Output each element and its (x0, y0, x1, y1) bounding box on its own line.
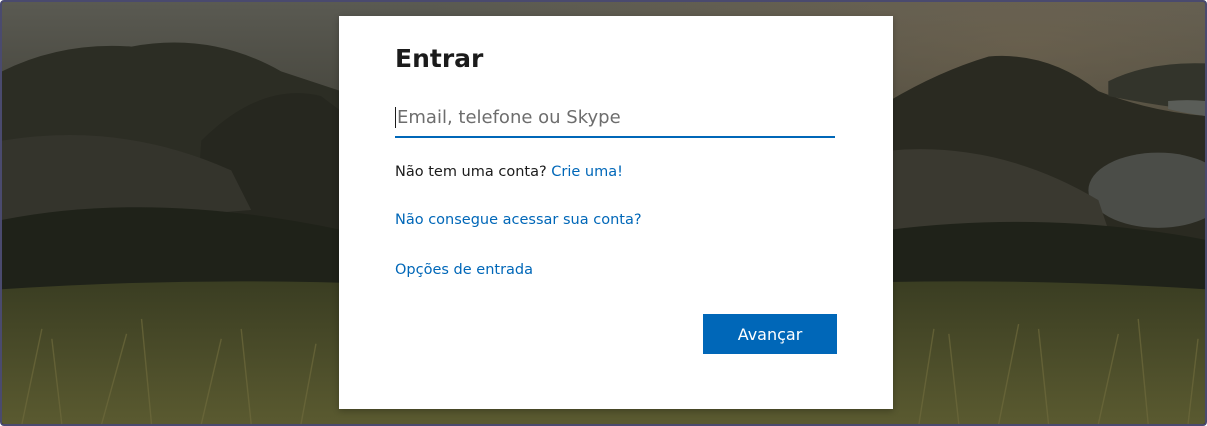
no-account-line: Não tem uma conta? Crie uma! (395, 164, 623, 180)
email-field-container[interactable] (395, 100, 837, 138)
create-account-link[interactable]: Crie uma! (551, 164, 623, 180)
no-account-text: Não tem uma conta? (395, 164, 547, 180)
signin-options-line: Opções de entrada (395, 262, 533, 278)
text-caret (395, 107, 396, 128)
email-input[interactable] (395, 100, 837, 134)
next-button[interactable]: Avançar (703, 314, 837, 354)
page-title: Entrar (395, 44, 484, 73)
signin-card: Entrar Não tem uma conta? Crie uma! Não … (339, 16, 893, 409)
cant-access-account-link[interactable]: Não consegue acessar sua conta? (395, 212, 642, 228)
screen: Entrar Não tem uma conta? Crie uma! Não … (0, 0, 1207, 426)
cant-access-line: Não consegue acessar sua conta? (395, 212, 642, 228)
signin-options-link[interactable]: Opções de entrada (395, 262, 533, 278)
